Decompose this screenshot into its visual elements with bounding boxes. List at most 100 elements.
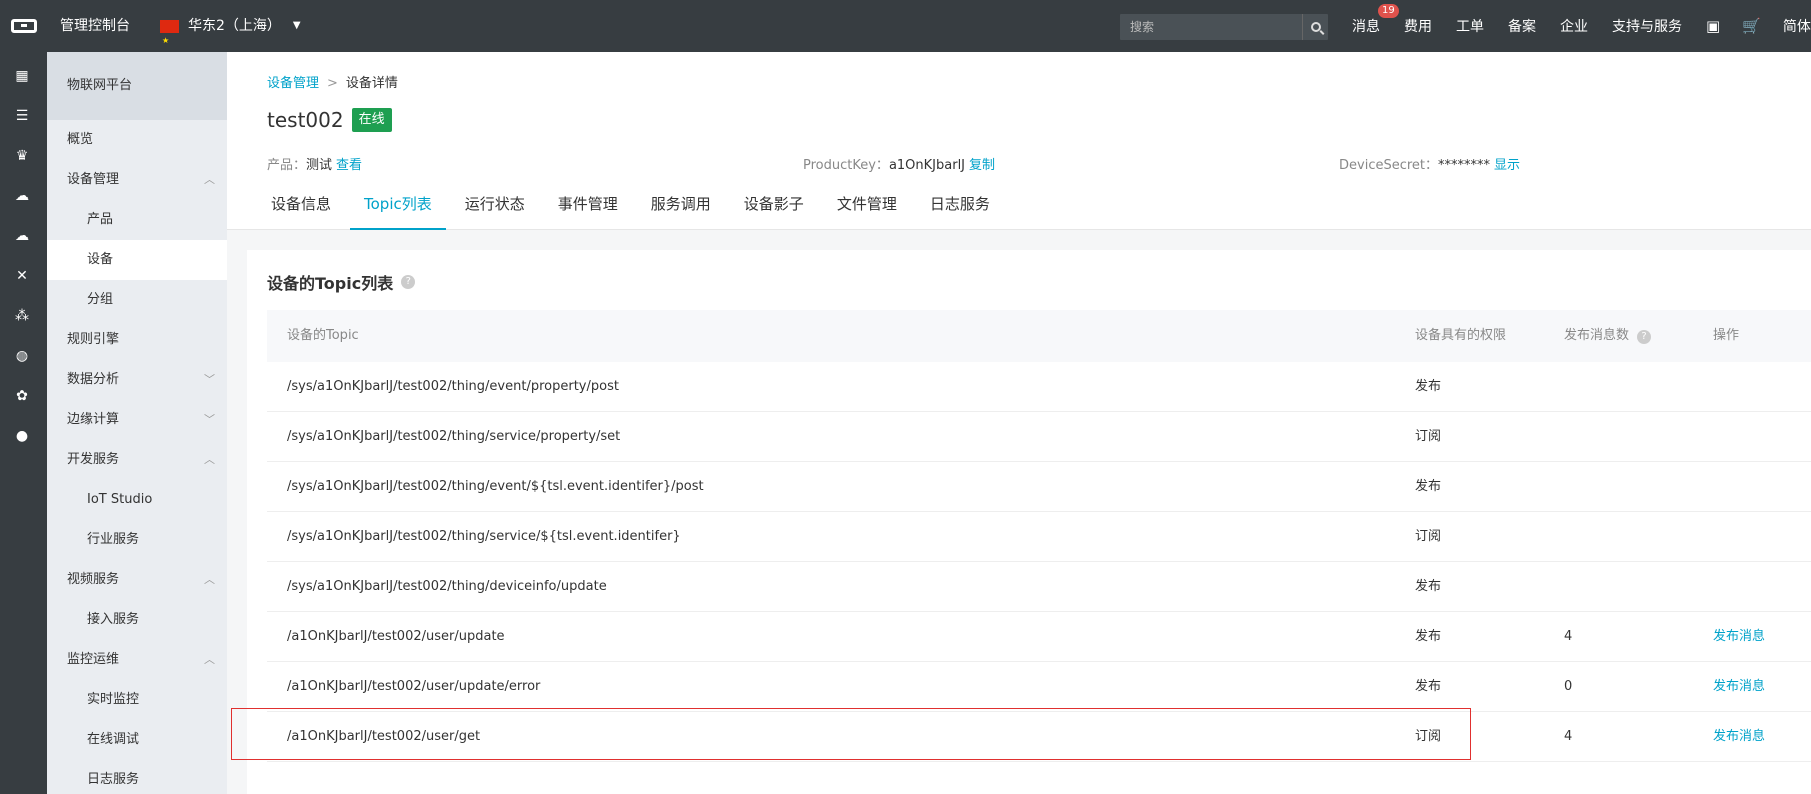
region-selector[interactable]: 华东2（上海） ▼ <box>160 0 301 67</box>
tab-device-shadow[interactable]: 设备影子 <box>730 182 818 230</box>
menu-realtime-monitor[interactable]: 实时监控 <box>47 680 227 720</box>
menu-rule-engine[interactable]: 规则引擎 <box>47 320 227 360</box>
device-header: 设备管理 > 设备详情 test002 在线 产品：测试 查看 ProductKey：… <box>227 52 1811 230</box>
cloud-icon[interactable]: ☁ <box>13 187 31 205</box>
server-icon[interactable]: ☰ <box>13 107 31 125</box>
permission-cell: 订阅 <box>1415 429 1442 444</box>
devicesecret-label: DeviceSecret： <box>1339 158 1439 173</box>
menu-log-service[interactable]: 日志服务 <box>47 760 227 794</box>
publish-message-link[interactable]: 发布消息 <box>1713 612 1765 662</box>
breadcrumb-current: 设备详情 <box>345 76 398 91</box>
menu-groups[interactable]: 分组 <box>47 280 227 320</box>
copy-productkey-link[interactable]: 复制 <box>969 158 995 173</box>
show-secret-link[interactable]: 显示 <box>1494 158 1520 173</box>
menu-overview[interactable]: 概览 <box>47 120 227 160</box>
tab-events[interactable]: 事件管理 <box>544 182 632 230</box>
circle-icon[interactable]: ● <box>13 427 31 445</box>
breadcrumb-separator: > <box>327 76 338 91</box>
table-row: /a1OnKJbarlJ/test002/user/update/error 发… <box>267 662 1811 712</box>
tab-service-calls[interactable]: 服务调用 <box>637 182 725 230</box>
top-bar: 管理控制台 华东2（上海） ▼ 消息 19 费用 工单 备案 企业 支持与服务 … <box>0 0 1811 67</box>
menu-online-debug[interactable]: 在线调试 <box>47 720 227 760</box>
nav-billing[interactable]: 费用 <box>1404 16 1432 36</box>
nav-support[interactable]: 支持与服务 <box>1612 16 1682 36</box>
product-label: 产品： <box>267 158 307 173</box>
globe-icon[interactable]: ◍ <box>13 347 31 365</box>
menu-device-management[interactable]: 设备管理 ︿ <box>47 160 227 200</box>
aliyun-logo-icon[interactable] <box>0 0 47 52</box>
col-topic: 设备的Topic <box>287 328 359 343</box>
topic-cell: /sys/a1OnKJbarlJ/test002/thing/event/pro… <box>287 379 619 394</box>
chevron-down-icon: ﹀ <box>204 413 215 426</box>
menu-label: 概览 <box>67 132 94 147</box>
menu-label: 分组 <box>87 292 114 307</box>
help-icon[interactable]: ? <box>401 275 416 289</box>
tools-icon[interactable]: ✕ <box>13 267 31 285</box>
menu-label: 在线调试 <box>87 732 140 747</box>
trophy-icon[interactable]: ♛ <box>13 147 31 165</box>
topic-cell: /sys/a1OnKJbarlJ/test002/thing/deviceinf… <box>287 579 607 594</box>
help-icon[interactable]: ? <box>1637 330 1652 344</box>
count-cell: 4 <box>1564 729 1573 744</box>
menu-label: 行业服务 <box>87 532 140 547</box>
language-link[interactable]: 简体 <box>1783 16 1811 36</box>
table-row: /sys/a1OnKJbarlJ/test002/thing/service/p… <box>267 412 1811 462</box>
chevron-up-icon: ︿ <box>204 573 215 586</box>
col-permission: 设备具有的权限 <box>1415 328 1507 343</box>
publish-message-link[interactable]: 发布消息 <box>1713 712 1765 762</box>
product-value: 测试 <box>306 158 333 173</box>
menu-label: 产品 <box>87 212 114 227</box>
topic-cell: /sys/a1OnKJbarlJ/test002/thing/service/$… <box>287 529 681 544</box>
menu-products[interactable]: 产品 <box>47 200 227 240</box>
tab-run-status[interactable]: 运行状态 <box>451 182 539 230</box>
search-input[interactable] <box>1120 14 1300 40</box>
main-content: 设备管理 > 设备详情 test002 在线 产品：测试 查看 ProductKey：… <box>227 52 1811 794</box>
tab-log-service[interactable]: 日志服务 <box>916 182 1004 230</box>
region-label: 华东2（上海） <box>188 18 281 34</box>
terminal-icon[interactable]: ▣ <box>1706 17 1720 35</box>
tab-device-info[interactable]: 设备信息 <box>257 182 345 230</box>
menu-data-analysis[interactable]: 数据分析 ﹀ <box>47 360 227 400</box>
menu-industry-services[interactable]: 行业服务 <box>47 520 227 560</box>
breadcrumb-device-management[interactable]: 设备管理 <box>267 76 319 91</box>
nav-enterprise[interactable]: 企业 <box>1560 16 1588 36</box>
topic-cell: /a1OnKJbarlJ/test002/user/update <box>287 629 505 644</box>
menu-iot-studio[interactable]: IoT Studio <box>47 480 227 520</box>
apps-icon[interactable]: ▦ <box>13 67 31 85</box>
top-nav: 消息 19 费用 工单 备案 企业 支持与服务 ▣ 🛒 简体 <box>1352 0 1811 52</box>
product-meta: 产品：测试 查看 <box>267 154 362 173</box>
cart-icon[interactable]: 🛒 <box>1742 17 1761 35</box>
console-link[interactable]: 管理控制台 <box>60 0 130 52</box>
menu-dev-services[interactable]: 开发服务 ︿ <box>47 440 227 480</box>
menu-edge-computing[interactable]: 边缘计算 ﹀ <box>47 400 227 440</box>
menu-label: 监控运维 <box>67 652 120 667</box>
tab-file-management[interactable]: 文件管理 <box>823 182 911 230</box>
breadcrumb: 设备管理 > 设备详情 <box>267 72 398 91</box>
search-icon[interactable] <box>1302 14 1328 40</box>
bug-icon[interactable]: ✿ <box>13 387 31 405</box>
nav-messages[interactable]: 消息 19 <box>1352 4 1399 36</box>
menu-label: 规则引擎 <box>67 332 120 347</box>
menu-label: 数据分析 <box>67 372 120 387</box>
nav-filing[interactable]: 备案 <box>1508 16 1536 36</box>
view-product-link[interactable]: 查看 <box>336 158 362 173</box>
menu-monitoring[interactable]: 监控运维 ︿ <box>47 640 227 680</box>
count-cell: 4 <box>1564 629 1573 644</box>
chevron-up-icon: ︿ <box>204 653 215 666</box>
side-menu: 物联网平台 概览 设备管理 ︿ 产品 设备 分组 规则引擎 数据分析 ﹀ 边缘计算 ﹀… <box>47 52 227 794</box>
col-publish-count: 发布消息数? <box>1564 310 1652 362</box>
menu-video-services[interactable]: 视频服务 ︿ <box>47 560 227 600</box>
table-row: /sys/a1OnKJbarlJ/test002/thing/event/pro… <box>267 362 1811 412</box>
menu-access-service[interactable]: 接入服务 <box>47 600 227 640</box>
publish-message-link[interactable]: 发布消息 <box>1713 662 1765 712</box>
tab-topic-list[interactable]: Topic列表 <box>350 182 446 230</box>
network-icon[interactable]: ⁂ <box>13 307 31 325</box>
chevron-up-icon: ︿ <box>204 173 215 186</box>
topic-cell: /a1OnKJbarlJ/test002/user/update/error <box>287 679 541 694</box>
message-count-badge: 19 <box>1378 4 1399 18</box>
nav-tickets[interactable]: 工单 <box>1456 16 1484 36</box>
menu-devices[interactable]: 设备 <box>47 240 227 280</box>
cloud-up-icon[interactable]: ☁ <box>13 227 31 245</box>
panel-title: 设备的Topic列表 ? <box>267 270 416 294</box>
page-title: test002 在线 <box>267 108 392 132</box>
